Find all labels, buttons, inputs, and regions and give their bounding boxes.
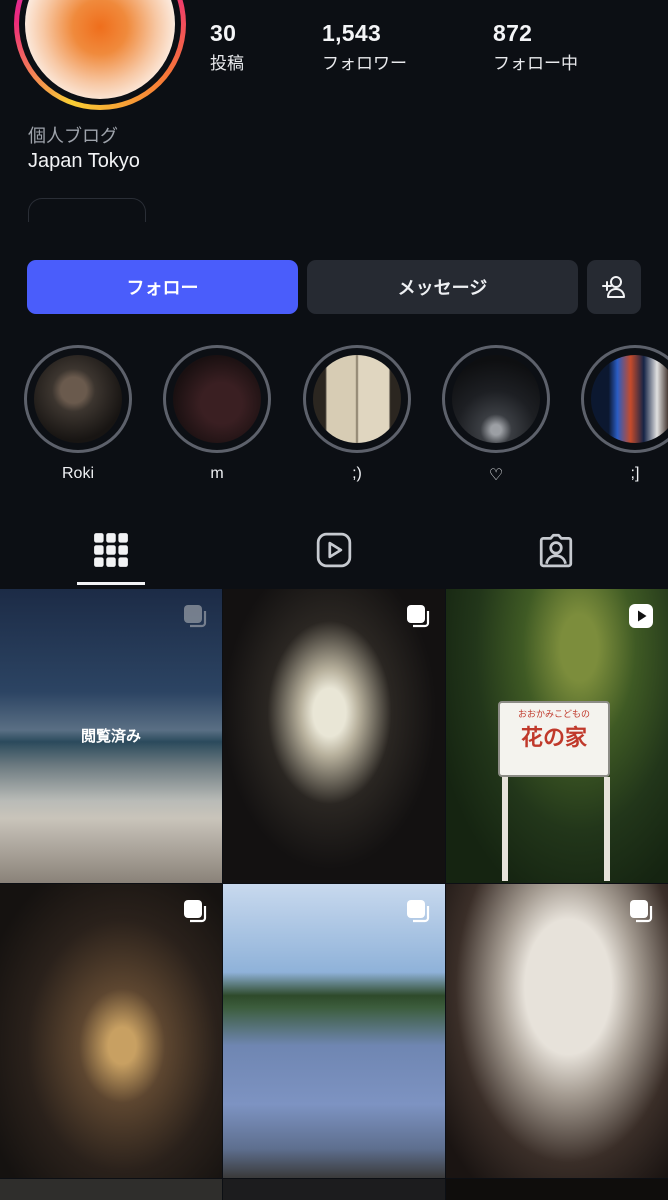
post-image	[0, 1179, 222, 1200]
sign-small-text: おおかみこどもの	[517, 710, 590, 720]
highlight-item[interactable]: Roki	[24, 345, 132, 483]
highlight-ring	[24, 345, 132, 453]
post-thumbnail[interactable]: おおかみこどもの 花の家	[446, 589, 668, 883]
post-thumbnail[interactable]	[223, 1179, 445, 1200]
highlight-label: ;)	[352, 465, 362, 482]
highlight-label: ;]	[630, 465, 640, 482]
post-image	[223, 884, 445, 1178]
highlight-ring	[303, 345, 411, 453]
post-thumbnail[interactable]	[223, 884, 445, 1178]
sign-post	[604, 777, 610, 881]
post-image	[223, 1179, 445, 1200]
sign-big-text: 花の家	[520, 725, 587, 751]
highlight-label: ♡	[488, 467, 504, 484]
post-thumbnail[interactable]	[446, 1179, 668, 1200]
highlight-item[interactable]: m	[163, 345, 271, 483]
highlight-ring	[581, 345, 668, 453]
following-count[interactable]: 872 フォロー中	[493, 20, 578, 74]
post-image	[223, 589, 445, 883]
post-thumbnail[interactable]	[0, 884, 222, 1178]
suggest-user-button[interactable]	[587, 260, 641, 314]
post-thumbnail[interactable]: 閲覧済み	[0, 589, 222, 883]
followers-count[interactable]: 1,543 フォロワー	[322, 20, 407, 74]
following-count-label: フォロー中	[493, 54, 578, 74]
follow-button[interactable]: フォロー	[27, 260, 298, 314]
sign-post	[502, 777, 508, 881]
tab-posts-grid[interactable]	[89, 528, 133, 572]
followers-count-value: 1,543	[322, 20, 382, 46]
followers-count-label: フォロワー	[322, 54, 407, 74]
profile-category: 個人ブログ	[28, 126, 118, 147]
carousel-icon	[182, 603, 208, 629]
posts-count[interactable]: 30 投稿	[210, 20, 244, 74]
following-count-value: 872	[493, 20, 533, 46]
post-thumbnail[interactable]	[446, 884, 668, 1178]
reels-icon	[316, 532, 352, 568]
highlight-cover	[313, 355, 401, 443]
grid-icon	[94, 533, 128, 567]
posts-count-label: 投稿	[210, 54, 244, 74]
person-plus-icon	[602, 276, 625, 298]
highlight-ring	[163, 345, 271, 453]
carousel-icon	[182, 898, 208, 924]
profile-location: Japan Tokyo	[28, 150, 140, 172]
carousel-icon	[405, 603, 431, 629]
highlight-item[interactable]: ;)	[303, 345, 411, 483]
profile-avatar[interactable]	[14, 0, 186, 110]
video-icon	[628, 603, 654, 629]
profile-link-chip[interactable]	[28, 198, 146, 222]
highlight-cover	[173, 355, 261, 443]
avatar-border	[19, 0, 181, 105]
highlight-cover	[591, 355, 668, 443]
highlight-item[interactable]: ♡	[442, 345, 550, 485]
post-thumbnail[interactable]	[0, 1179, 222, 1200]
post-thumbnail[interactable]	[223, 589, 445, 883]
posts-count-value: 30	[210, 20, 237, 46]
viewed-overlay-label: 閲覧済み	[80, 727, 141, 745]
sign-in-photo: おおかみこどもの 花の家	[498, 701, 610, 777]
post-image	[446, 1179, 668, 1200]
post-image	[0, 884, 222, 1178]
highlight-cover	[452, 355, 540, 443]
highlight-ring	[442, 345, 550, 453]
highlight-label: Roki	[61, 465, 94, 482]
highlight-label: m	[210, 465, 224, 482]
tab-tagged[interactable]	[534, 528, 578, 572]
post-image	[446, 884, 668, 1178]
carousel-icon	[405, 898, 431, 924]
active-tab-indicator	[77, 582, 145, 585]
avatar-image	[25, 0, 175, 99]
highlight-item[interactable]: ;]	[581, 345, 668, 483]
carousel-icon	[628, 898, 654, 924]
highlight-cover	[34, 355, 122, 443]
tagged-icon	[539, 533, 573, 568]
tab-reels[interactable]	[312, 528, 356, 572]
message-button[interactable]: メッセージ	[307, 260, 578, 314]
